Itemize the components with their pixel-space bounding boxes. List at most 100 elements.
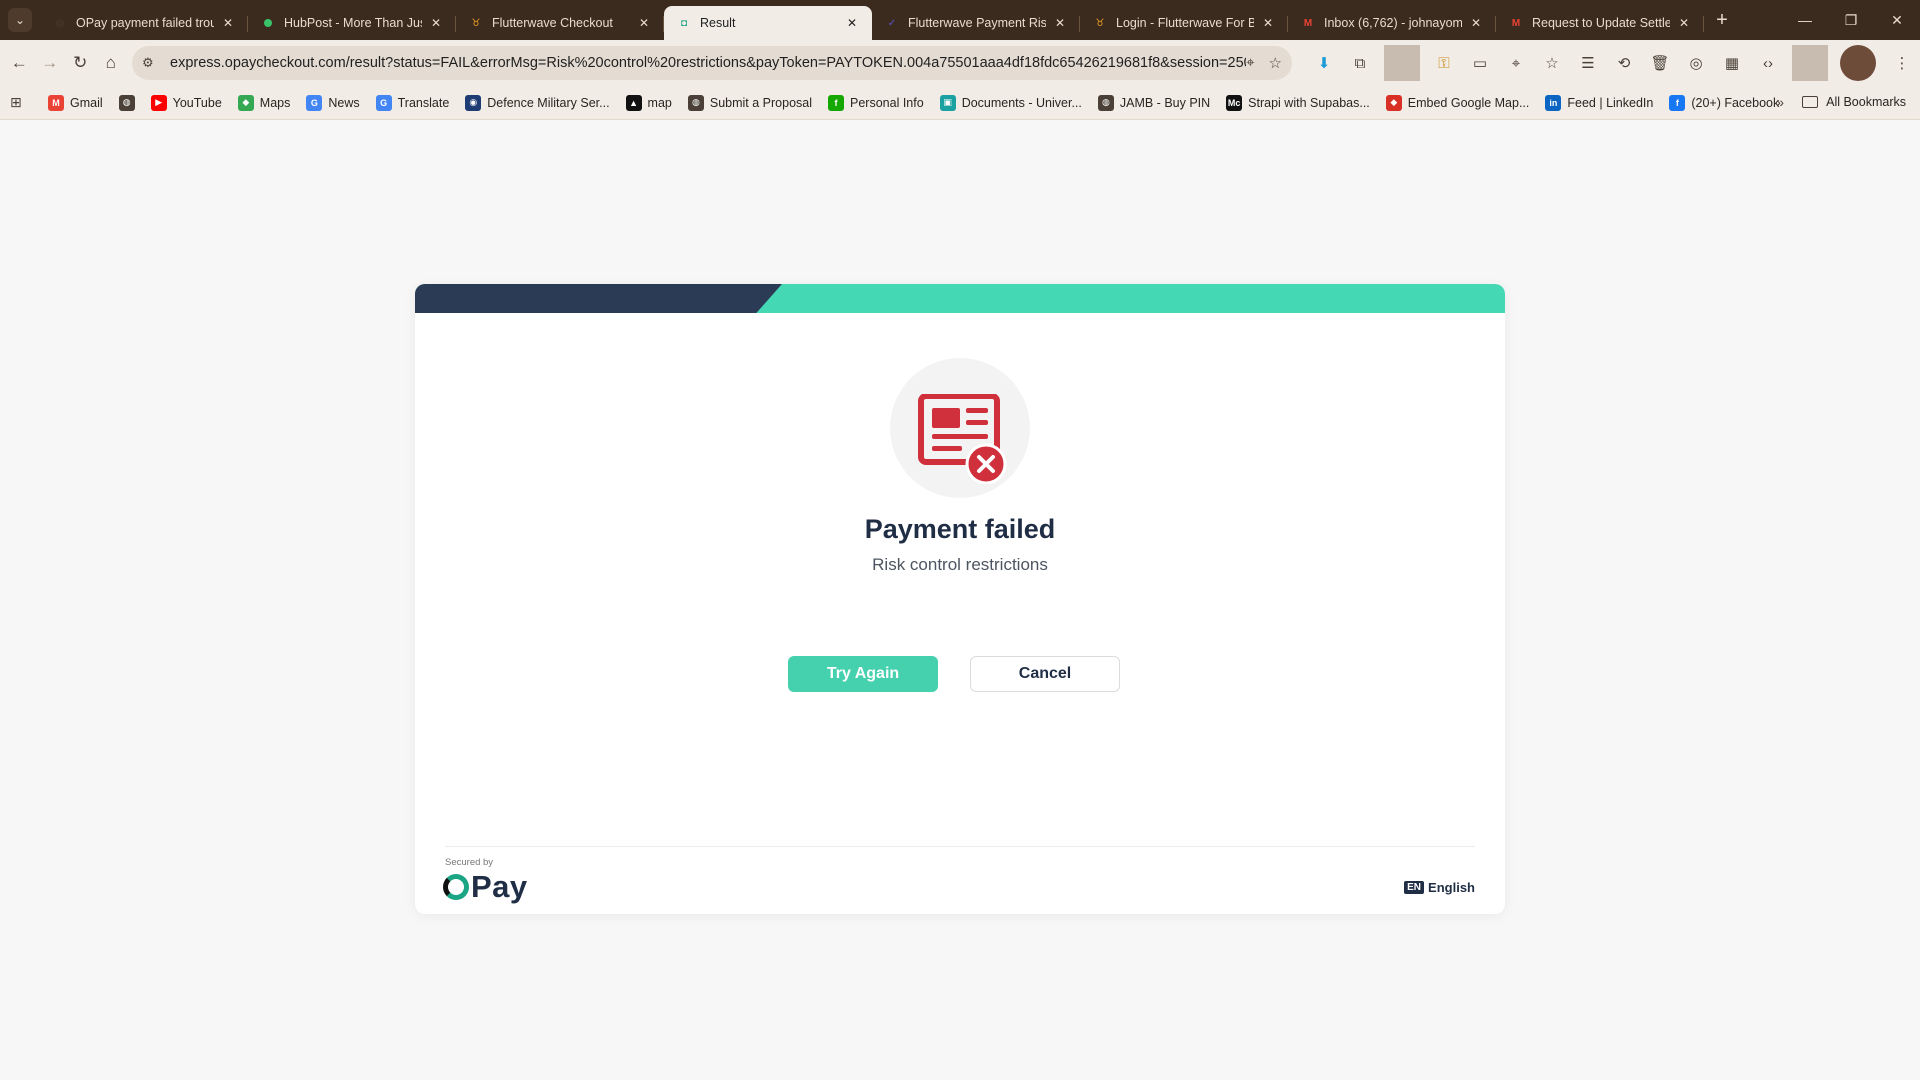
url-text[interactable]: express.opaycheckout.com/result?status=F… [170,55,1246,71]
menu-kebab-icon[interactable]: ⋮ [1884,45,1920,81]
tab-close-icon[interactable]: ✕ [1052,16,1068,30]
payment-card-icon[interactable]: ▭ [1462,45,1498,81]
bookmark-item[interactable]: ◉ Defence Military Ser... [465,94,610,111]
bookmark-item[interactable]: in Feed | LinkedIn [1545,94,1654,111]
bookmark-item[interactable]: G Translate [375,94,449,111]
home-icon[interactable]: ⌂ [96,45,127,81]
bookmark-label: Feed | LinkedIn [1567,95,1654,110]
payment-result-card: Payment failed Risk control restrictions… [415,284,1505,914]
profile-avatar[interactable] [1840,45,1876,81]
tab-close-icon[interactable]: ✕ [1676,16,1692,30]
tab-search-chevron-icon[interactable]: ⌄ [8,8,32,32]
footer-divider [445,846,1475,847]
tab-favicon-icon: ♉ [1095,17,1105,29]
bookmark-item[interactable]: Mc Strapi with Supabas... [1226,94,1370,111]
language-selector[interactable]: EN English [1404,880,1475,895]
tab-close-icon[interactable]: ✕ [844,16,860,30]
bookmark-label: Defence Military Ser... [487,95,610,110]
all-bookmarks-button[interactable]: All Bookmarks [1802,95,1906,109]
tab-favicon-icon: M [1303,17,1313,29]
back-arrow-icon[interactable]: ← [4,45,35,81]
language-label: English [1428,880,1475,895]
extension-icons: ⬇ ⧉ ⚿ ▭ ⌖ ☆ ☰ ⟲ 🗑 ◎ ▦ ‹› ⋮ [1306,45,1920,81]
bookmark-favicon-icon: ▶ [150,94,167,111]
minimize-icon[interactable]: — [1782,0,1828,40]
tab-close-icon[interactable]: ✕ [636,16,652,30]
tab-title: Login - Flutterwave For B [1116,16,1254,30]
tab-title: Flutterwave Checkout [492,16,613,30]
bookmark-label: (20+) Facebook [1691,95,1780,110]
tab-title: Result [700,16,736,30]
bookmark-item[interactable]: M Gmail [48,94,103,111]
bookmark-favicon-icon: ◆ [1385,94,1402,111]
tab-favicon-icon: ♉ [471,17,481,29]
more-bookmarks-chevron-icon[interactable]: » [1776,94,1784,110]
download-icon[interactable]: ⬇ [1306,45,1342,81]
browser-tab[interactable]: M Inbox (6,762) - johnayom ✕ [1288,7,1496,39]
bookmark-favicon-icon: Mc [1226,94,1243,111]
qr-code-icon[interactable]: ▦ [1714,45,1750,81]
bookmark-item[interactable]: ◆ Maps [237,94,290,111]
tab-close-icon[interactable]: ✕ [428,16,444,30]
browser-tab[interactable]: ◘ Result ✕ [664,6,872,40]
password-key-icon[interactable]: ⚿ [1426,45,1462,81]
browser-tab[interactable]: HubPost - More Than Just ✕ [248,7,456,39]
location-pin-icon[interactable]: ⌖ [1246,54,1254,72]
browser-tab[interactable]: M Request to Update Settle ✕ [1496,7,1704,39]
favorites-icon[interactable]: ☆ [1534,45,1570,81]
bookmark-item[interactable]: ◍ Submit a Proposal [687,94,813,111]
tab-favicon-icon [264,19,272,27]
bookmark-item[interactable]: ◍ [118,94,141,111]
bookmark-label: Embed Google Map... [1407,95,1530,110]
tab-close-icon[interactable]: ✕ [220,16,236,30]
bookmark-item[interactable]: f Personal Info [828,94,924,111]
bookmark-label: Gmail [70,95,103,110]
browser-tab-strip: ⌄ ◎ OPay payment failed trou ✕ HubPost - Mo… [0,0,1920,40]
folder-icon [1802,96,1819,108]
browser-tab[interactable]: ♉ Login - Flutterwave For B ✕ [1080,7,1288,39]
tab-close-icon[interactable]: ✕ [1468,16,1484,30]
browser-tab[interactable]: ✓ Flutterwave Payment Risk ✕ [872,7,1080,39]
bookmark-item[interactable]: ◆ Embed Google Map... [1385,94,1530,111]
bookmark-item[interactable]: ▶ YouTube [150,94,222,111]
bookmark-favicon-icon: ▲ [625,94,642,111]
restore-icon[interactable]: ❐ [1828,0,1874,40]
location-icon[interactable]: ⌖ [1498,45,1534,81]
bookmark-label: map [647,95,672,110]
tab-favicon-icon: M [1511,17,1521,29]
bookmark-label: Documents - Univer... [961,95,1082,110]
bookmark-label: Submit a Proposal [709,95,813,110]
cancel-button[interactable]: Cancel [970,656,1120,692]
close-window-icon[interactable]: ✕ [1874,0,1920,40]
reload-icon[interactable]: ↻ [65,45,96,81]
result-title: Payment failed [864,514,1056,544]
apps-grid-icon[interactable]: ⊞ [10,94,30,111]
tab-close-icon[interactable]: ✕ [1260,16,1276,30]
extensions-puzzle-icon[interactable]: ⧉ [1342,45,1378,81]
screenshot-icon[interactable]: ◎ [1678,45,1714,81]
bookmark-item[interactable]: f (20+) Facebook [1669,94,1780,111]
bookmark-favicon-icon: ◍ [118,94,135,111]
browser-tab[interactable]: ♉ Flutterwave Checkout ✕ [456,7,664,39]
bookmark-favicon-icon: ◍ [1097,94,1114,111]
bookmark-label: YouTube [172,95,222,110]
new-tab-plus-icon[interactable]: + [1708,9,1736,32]
address-bar[interactable]: ⚙ express.opaycheckout.com/result?status… [132,46,1292,80]
tab-title: Flutterwave Payment Risk [908,16,1046,30]
site-info-icon[interactable]: ⚙ [142,55,162,71]
browser-tab[interactable]: ◎ OPay payment failed trou ✕ [40,7,248,39]
dev-tools-icon[interactable]: ‹› [1750,45,1786,81]
reading-list-icon[interactable]: ☰ [1570,45,1606,81]
bookmark-item[interactable]: ▣ Documents - Univer... [939,94,1082,111]
forward-arrow-icon[interactable]: → [35,45,66,81]
history-icon[interactable]: ⟲ [1606,45,1642,81]
tab-title: HubPost - More Than Just [284,16,422,30]
all-bookmarks-label: All Bookmarks [1826,95,1906,109]
try-again-button[interactable]: Try Again [788,656,938,692]
delete-icon[interactable]: 🗑 [1642,45,1678,81]
bookmark-item[interactable]: ◍ JAMB - Buy PIN [1097,94,1210,111]
bookmark-item[interactable]: ▲ map [625,94,672,111]
bookmark-star-icon[interactable]: ☆ [1269,54,1282,72]
secured-by-label: Secured by [445,857,494,868]
bookmark-item[interactable]: G News [306,94,360,111]
